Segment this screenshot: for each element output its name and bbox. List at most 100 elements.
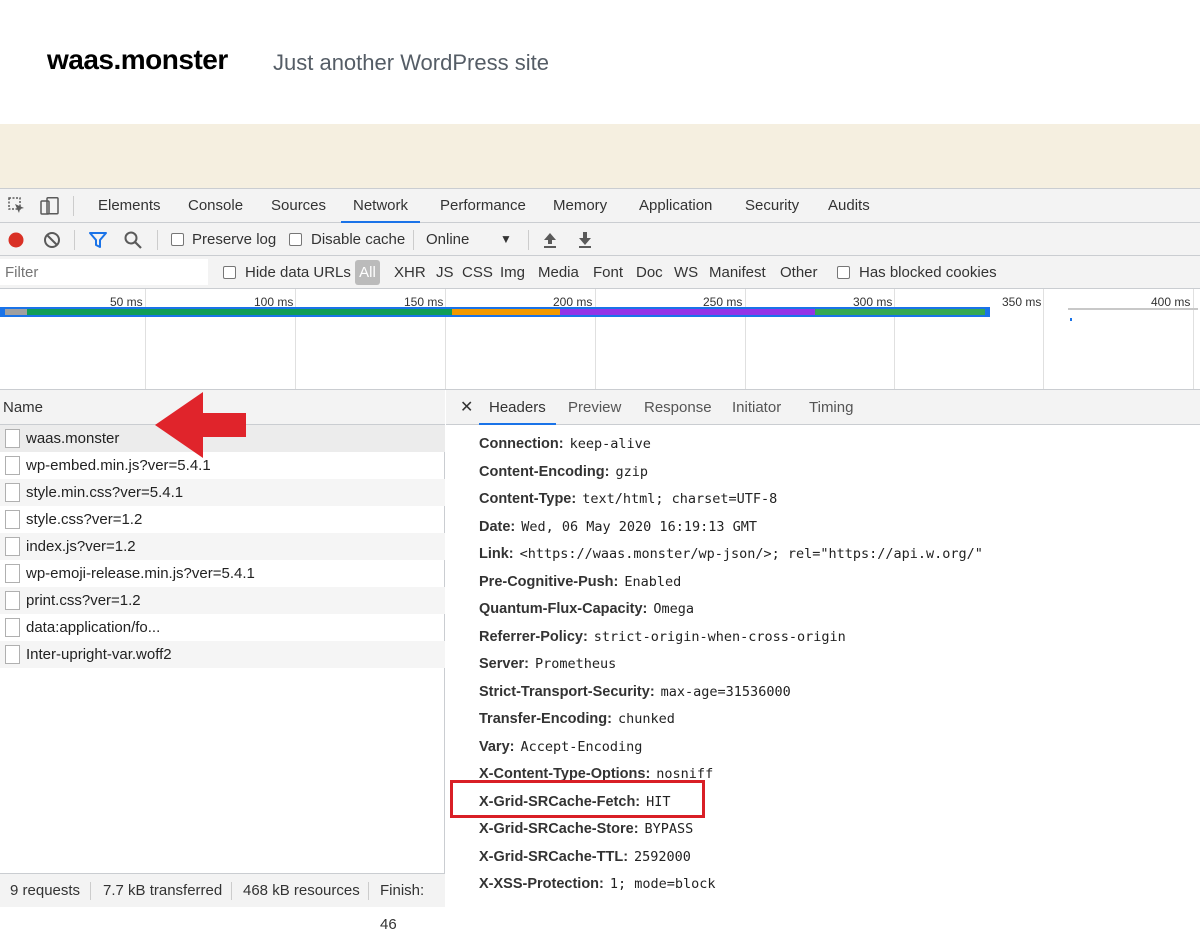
record-icon[interactable] <box>7 231 25 249</box>
network-overview[interactable]: 50 ms 100 ms 150 ms 200 ms 250 ms 300 ms… <box>0 289 1200 390</box>
response-header: Connection: keep-alive <box>479 433 651 455</box>
search-icon[interactable] <box>124 231 142 249</box>
tab-console[interactable]: Console <box>176 189 255 223</box>
header-key: X-Grid-SRCache-Store: <box>479 821 639 837</box>
response-header: Referrer-Policy: strict-origin-when-cross… <box>479 626 846 648</box>
site-title[interactable]: waas.monster <box>47 44 228 76</box>
header-key: Content-Type: <box>479 491 577 507</box>
toolbar-divider <box>74 230 75 250</box>
filter-type-doc[interactable]: Doc <box>636 256 663 289</box>
site-header: waas.monster Just another WordPress site <box>0 0 1200 124</box>
tab-timing[interactable]: Timing <box>799 390 863 425</box>
tab-initiator[interactable]: Initiator <box>722 390 791 425</box>
header-key: Content-Encoding: <box>479 464 610 480</box>
filter-type-manifest[interactable]: Manifest <box>709 256 766 289</box>
grid-line <box>1043 289 1044 389</box>
request-row[interactable]: data:application/fo... <box>0 614 445 641</box>
filter-type-font[interactable]: Font <box>593 256 623 289</box>
filter-icon[interactable] <box>89 231 107 249</box>
response-header: Content-Encoding: gzip <box>479 461 648 483</box>
filter-type-other[interactable]: Other <box>780 256 818 289</box>
request-name: Inter-upright-var.woff2 <box>26 646 172 663</box>
grid-line <box>295 289 296 389</box>
import-har-icon[interactable] <box>541 231 559 249</box>
response-header: Quantum-Flux-Capacity: Omega <box>479 598 694 620</box>
tab-headers[interactable]: Headers <box>479 390 556 425</box>
export-har-icon[interactable] <box>576 231 594 249</box>
inspect-element-icon[interactable] <box>8 197 26 215</box>
has-blocked-cookies-label: Has blocked cookies <box>859 264 997 281</box>
throttling-select[interactable]: Online <box>426 223 469 256</box>
header-key: Server: <box>479 656 529 672</box>
clear-icon[interactable] <box>43 231 61 249</box>
request-row[interactable]: style.min.css?ver=5.4.1 <box>0 479 445 506</box>
tab-memory[interactable]: Memory <box>541 189 619 223</box>
disable-cache-checkbox[interactable] <box>289 233 302 246</box>
header-value: Omega <box>653 601 695 617</box>
response-header: Vary: Accept-Encoding <box>479 736 642 758</box>
response-header: X-XSS-Protection: 1; mode=block <box>479 873 716 895</box>
header-value: 2592000 <box>634 849 691 865</box>
filter-type-css[interactable]: CSS <box>462 256 493 289</box>
annotation-arrow-icon <box>155 392 246 458</box>
filter-input[interactable] <box>0 259 208 285</box>
toolbar-divider <box>73 196 74 216</box>
header-key: X-XSS-Protection: <box>479 876 604 892</box>
requests-list: Name waas.monster wp-embed.min.js?ver=5.… <box>0 390 445 873</box>
grid-line <box>145 289 146 389</box>
devtools-tabbar: Elements Console Sources Network Perform… <box>0 189 1200 223</box>
header-key: Link: <box>479 546 514 562</box>
request-row[interactable]: Inter-upright-var.woff2 <box>0 641 445 668</box>
filter-type-all[interactable]: All <box>355 260 380 285</box>
toolbar-divider <box>528 230 529 250</box>
status-bar: 9 requests 7.7 kB transferred 468 kB res… <box>0 873 445 933</box>
request-details-panel: ✕ Headers Preview Response Initiator Tim… <box>446 390 1200 907</box>
request-row[interactable]: index.js?ver=1.2 <box>0 533 445 560</box>
site-band <box>0 124 1200 188</box>
device-toolbar-icon[interactable] <box>40 197 59 215</box>
tab-response[interactable]: Response <box>634 390 722 425</box>
filter-type-media[interactable]: Media <box>538 256 579 289</box>
header-value: Enabled <box>624 574 682 590</box>
request-row[interactable]: wp-emoji-release.min.js?ver=5.4.1 <box>0 560 445 587</box>
header-key: Vary: <box>479 739 515 755</box>
request-name: wp-emoji-release.min.js?ver=5.4.1 <box>26 565 255 582</box>
tab-performance[interactable]: Performance <box>428 189 538 223</box>
preserve-log-checkbox[interactable] <box>171 233 184 246</box>
document-icon <box>5 429 20 448</box>
header-value: Wed, 06 May 2020 16:19:13 GMT <box>521 519 757 535</box>
filter-type-js[interactable]: JS <box>436 256 454 289</box>
tab-elements[interactable]: Elements <box>86 189 173 223</box>
filter-type-xhr[interactable]: XHR <box>394 256 426 289</box>
details-tabbar: ✕ Headers Preview Response Initiator Tim… <box>446 390 1200 425</box>
has-blocked-cookies-checkbox[interactable] <box>837 266 850 279</box>
document-icon <box>5 456 20 475</box>
site-tagline: Just another WordPress site <box>273 50 549 75</box>
status-divider <box>231 882 232 900</box>
tab-application[interactable]: Application <box>627 189 724 223</box>
tab-sources[interactable]: Sources <box>259 189 338 223</box>
header-key: Date: <box>479 519 516 535</box>
header-value: max-age=31536000 <box>660 684 791 700</box>
status-divider <box>368 882 369 900</box>
header-value: <https://waas.monster/wp-json/>; rel="ht… <box>519 546 983 562</box>
request-name: style.min.css?ver=5.4.1 <box>26 484 184 501</box>
tab-security[interactable]: Security <box>733 189 811 223</box>
network-toolbar: Preserve log Disable cache Online ▼ <box>0 223 1200 256</box>
tab-network[interactable]: Network <box>341 189 421 223</box>
request-row[interactable]: style.css?ver=1.2 <box>0 506 445 533</box>
header-value: strict-origin-when-cross-origin <box>593 629 846 645</box>
dropdown-arrow-icon[interactable]: ▼ <box>500 223 512 256</box>
tab-preview[interactable]: Preview <box>558 390 631 425</box>
filter-type-img[interactable]: Img <box>500 256 525 289</box>
tab-audits[interactable]: Audits <box>816 189 882 223</box>
header-key: Pre-Cognitive-Push: <box>479 574 619 590</box>
request-name: style.css?ver=1.2 <box>26 511 143 528</box>
filter-type-ws[interactable]: WS <box>674 256 698 289</box>
grid-line <box>595 289 596 389</box>
document-icon <box>5 510 20 529</box>
hide-data-urls-checkbox[interactable] <box>223 266 236 279</box>
request-row[interactable]: print.css?ver=1.2 <box>0 587 445 614</box>
timing-segment-download <box>560 309 815 315</box>
website-viewport: waas.monster Just another WordPress site <box>0 0 1200 188</box>
